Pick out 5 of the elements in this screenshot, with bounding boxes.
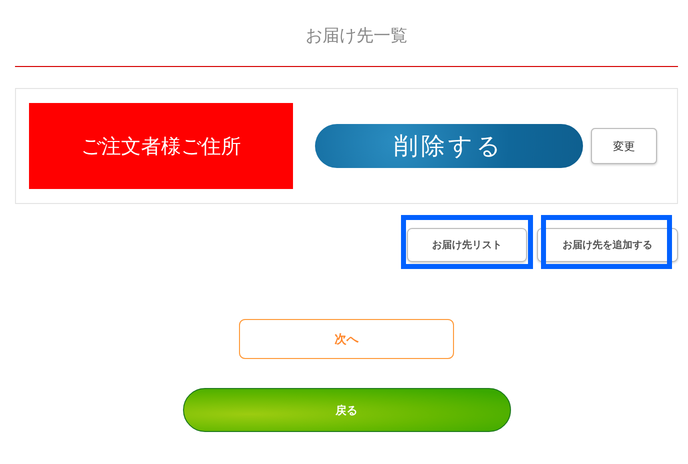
change-button[interactable]: 変更 <box>591 128 657 164</box>
action-button[interactable]: お届け先を追加する <box>537 228 678 262</box>
address-label: ご注文者様ご住所 <box>29 103 293 189</box>
delete-button[interactable]: 削除する <box>315 124 583 168</box>
action-button[interactable]: お届け先リスト <box>407 228 527 262</box>
